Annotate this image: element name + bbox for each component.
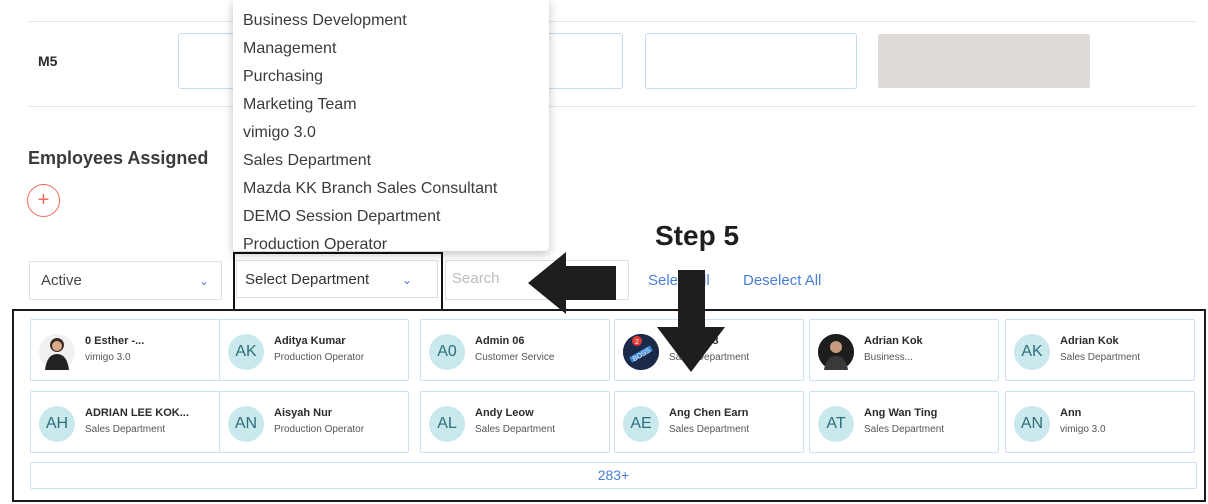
step-annotation: Step 5 [655,220,740,251]
status-value: Active [41,272,82,289]
dropdown-option[interactable]: DEMO Session Department [243,208,440,226]
employee-department: Sales Department [475,424,556,435]
avatar-initials: AK [228,334,264,370]
employee-name: Adrian Kok [864,335,923,347]
show-more-button[interactable]: 283+ [30,462,1197,489]
employee-department: Sales Department [864,424,945,435]
employee-card[interactable]: AN Aisyah Nur Production Operator [219,391,409,453]
row-disabled-field [878,34,1090,88]
employee-card[interactable]: 0 Esther -... vimigo 3.0 [30,319,220,381]
plus-icon: + [37,189,50,211]
employee-name: 0 Esther -... [85,335,145,347]
employee-name: Ann [1060,407,1082,419]
dropdown-option[interactable]: Marketing Team [243,96,357,114]
employee-card[interactable]: A0 Admin 06 Customer Service [420,319,610,381]
employee-card[interactable]: AL Andy Leow Sales Department [420,391,610,453]
employee-name: Admin 06 [475,335,525,347]
highlight-frame [233,252,443,311]
employee-card[interactable]: AE Ang Chen Earn Sales Department [614,391,804,453]
employee-name: Aditya Kumar [274,335,346,347]
employee-department: Sales Department [669,424,750,435]
employee-card[interactable]: AH ADRIAN LEE KOK... Sales Department [30,391,220,453]
avatar-initials: AE [623,406,659,442]
employee-department: Sales Department [85,424,166,435]
select-all-link[interactable]: Select All [648,272,710,289]
avatar-initials: AH [39,406,75,442]
employee-card[interactable]: AK Aditya Kumar Production Operator [219,319,409,381]
employee-name: Aisyah Nur [274,407,333,419]
employee-card[interactable]: AN Ann vimigo 3.0 [1005,391,1195,453]
search-field[interactable] [445,260,629,300]
divider-top [28,21,1196,22]
avatar-photo [39,334,75,370]
employee-department: Production Operator [274,424,365,435]
dropdown-option[interactable]: Management [243,40,336,58]
search-input[interactable] [452,270,622,287]
employee-card[interactable]: Adrian Kok Business... [809,319,999,381]
avatar-initials: AN [1014,406,1050,442]
department-dropdown: Business Development Management Purchasing… [233,0,549,251]
employee-department: Business... [864,352,913,363]
dropdown-option[interactable]: Sales Department [243,152,371,170]
row-label: M5 [38,53,58,69]
employee-name: Ang Chen Earn [669,407,749,419]
employee-department: Customer Service [475,352,555,363]
divider-bottom [28,106,1196,107]
avatar-initials: A0 [429,334,465,370]
employee-department: Production Operator [274,352,365,363]
employee-name: Andy Leow [475,407,534,419]
deselect-all-link[interactable]: Deselect All [743,272,821,289]
employee-department: vimigo 3.0 [85,352,131,363]
employee-department: Sales Department [1060,352,1141,363]
employee-name: Adrian Kok [1060,335,1119,347]
employee-card[interactable]: AK Adrian Kok Sales Department [1005,319,1195,381]
avatar-initials: AT [818,406,854,442]
add-employee-button[interactable]: + [27,184,60,217]
dropdown-option[interactable]: Mazda KK Branch Sales Consultant [243,180,497,198]
row-input-3[interactable] [645,33,857,89]
boss-badge-icon: BOSS 2 [623,334,659,370]
dropdown-option[interactable]: Business Development [243,12,407,30]
avatar-initials: AN [228,406,264,442]
avatar-initials: AK [1014,334,1050,370]
employee-name: Admin 08 [669,335,719,347]
svg-text:2: 2 [635,339,639,346]
status-select[interactable]: Active ⌄ [29,261,222,300]
dropdown-option[interactable]: Purchasing [243,68,323,86]
employee-panel: 0 Esther -... vimigo 3.0 AK Aditya Kumar Pro… [12,309,1206,502]
employee-name: ADRIAN LEE KOK... [85,407,189,419]
employee-department: vimigo 3.0 [1060,424,1106,435]
dropdown-option[interactable]: vimigo 3.0 [243,124,316,142]
avatar-initials: AL [429,406,465,442]
dropdown-option[interactable]: Production Operator [243,236,387,251]
avatar-photo [818,334,854,370]
employee-card[interactable]: AT Ang Wan Ting Sales Department [809,391,999,453]
employee-card[interactable]: BOSS 2 Admin 08 Sales Department [614,319,804,381]
section-title: Employees Assigned [28,148,209,168]
employee-name: Ang Wan Ting [864,407,938,419]
chevron-down-icon: ⌄ [198,274,209,288]
employee-department: Sales Department [669,352,750,363]
